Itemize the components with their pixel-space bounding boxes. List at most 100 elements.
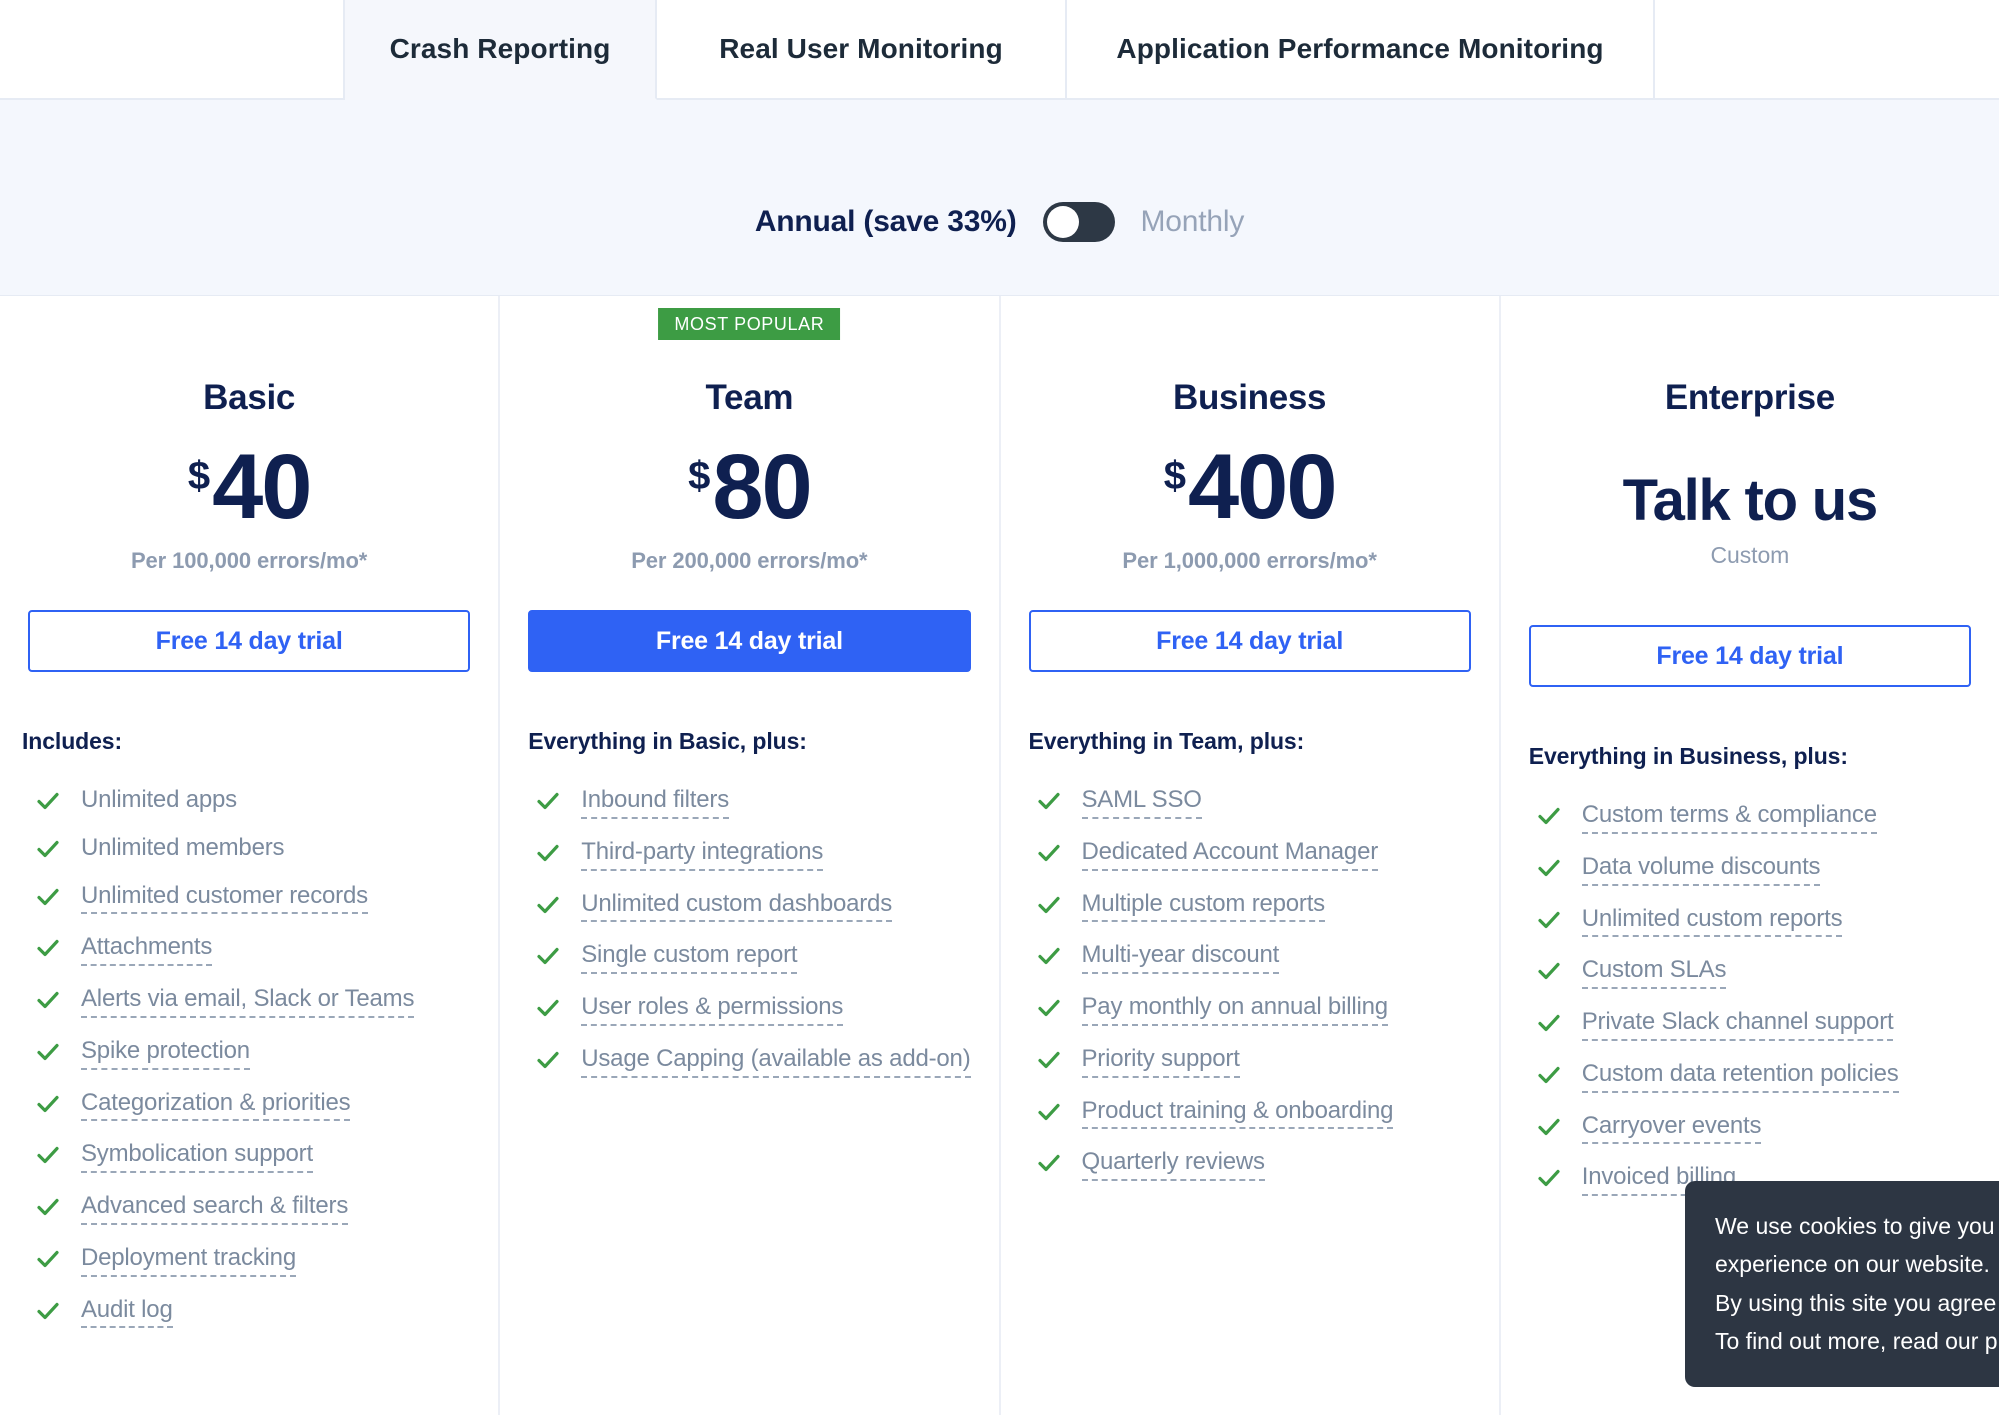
feature-label[interactable]: Deployment tracking [81, 1243, 296, 1277]
feature-label[interactable]: Advanced search & filters [81, 1191, 348, 1225]
plan-card-business: Business $ 400 Per 1,000,000 errors/mo* … [1001, 296, 1501, 1415]
tab-crash-reporting-label: Crash Reporting [390, 33, 611, 65]
feature-label[interactable]: Dedicated Account Manager [1082, 837, 1379, 871]
free-trial-button-team[interactable]: Free 14 day trial [528, 610, 970, 672]
plan-badge-slot-team: MOST POPULAR [528, 296, 970, 330]
tab-crash-reporting[interactable]: Crash Reporting [345, 0, 657, 100]
check-icon [36, 837, 60, 861]
check-icon [36, 988, 60, 1012]
feature-label[interactable]: Alerts via email, Slack or Teams [81, 984, 414, 1018]
plan-name-enterprise: Enterprise [1529, 378, 1971, 418]
billing-period-band: Annual (save 33%) Monthly [0, 100, 1999, 296]
currency-symbol: $ [188, 456, 210, 496]
feature-label[interactable]: Quarterly reviews [1082, 1147, 1265, 1181]
list-item: Advanced search & filters [28, 1191, 470, 1225]
check-icon [1037, 1151, 1061, 1175]
cookie-consent-banner: We use cookies to give you the best expe… [1685, 1181, 1999, 1388]
check-icon [1037, 944, 1061, 968]
list-item: Pay monthly on annual billing [1029, 992, 1471, 1026]
feature-label[interactable]: User roles & permissions [581, 992, 843, 1026]
feature-label[interactable]: Spike protection [81, 1036, 250, 1070]
plan-feature-list-business: SAML SSO Dedicated Account Manager Multi… [1029, 785, 1471, 1181]
feature-label[interactable]: Custom terms & compliance [1582, 800, 1877, 834]
tab-real-user-monitoring[interactable]: Real User Monitoring [657, 0, 1067, 98]
list-item: Audit log [28, 1295, 470, 1329]
plan-card-basic: Basic $ 40 Per 100,000 errors/mo* Free 1… [0, 296, 500, 1415]
free-trial-button-business[interactable]: Free 14 day trial [1029, 610, 1471, 672]
list-item: Priority support [1029, 1044, 1471, 1078]
plan-feature-list-basic: Unlimited apps Unlimited members Unlimit… [28, 785, 470, 1328]
feature-label[interactable]: Unlimited custom dashboards [581, 889, 892, 923]
check-icon [36, 1040, 60, 1064]
plan-price-note-business: Per 1,000,000 errors/mo* [1029, 548, 1471, 574]
tab-application-performance-monitoring[interactable]: Application Performance Monitoring [1067, 0, 1655, 98]
plan-price-basic: $ 40 [28, 432, 470, 530]
check-icon [536, 841, 560, 865]
feature-label[interactable]: Unlimited customer records [81, 881, 368, 915]
feature-label[interactable]: Inbound filters [581, 785, 729, 819]
check-icon [36, 885, 60, 909]
toggle-knob-icon [1047, 206, 1079, 238]
feature-label[interactable]: Usage Capping (available as add-on) [581, 1044, 970, 1078]
list-item: Unlimited apps [28, 785, 470, 815]
free-trial-button-enterprise[interactable]: Free 14 day trial [1529, 625, 1971, 687]
feature-label: Unlimited apps [81, 785, 237, 815]
plan-includes-title-enterprise: Everything in Business, plus: [1529, 743, 1971, 770]
feature-label[interactable]: Third-party integrations [581, 837, 823, 871]
feature-label[interactable]: Categorization & priorities [81, 1088, 350, 1122]
feature-label[interactable]: Product training & onboarding [1082, 1096, 1394, 1130]
feature-label[interactable]: Custom SLAs [1582, 955, 1727, 989]
feature-label[interactable]: Multiple custom reports [1082, 889, 1326, 923]
plan-badge-slot-basic [28, 296, 470, 330]
plan-name-basic: Basic [28, 378, 470, 418]
billing-monthly-label[interactable]: Monthly [1141, 205, 1245, 239]
feature-label[interactable]: Private Slack channel support [1582, 1007, 1894, 1041]
feature-label[interactable]: Symbolication support [81, 1139, 313, 1173]
feature-label[interactable]: Attachments [81, 932, 212, 966]
list-item: Unlimited customer records [28, 881, 470, 915]
list-item: Inbound filters [528, 785, 970, 819]
check-icon [1537, 908, 1561, 932]
plan-name-team: Team [528, 378, 970, 418]
list-item: Private Slack channel support [1529, 1007, 1971, 1041]
plan-name-business: Business [1029, 378, 1471, 418]
price-amount: 40 [212, 445, 310, 530]
feature-label[interactable]: SAML SSO [1082, 785, 1202, 819]
list-item: Multi-year discount [1029, 940, 1471, 974]
free-trial-button-basic[interactable]: Free 14 day trial [28, 610, 470, 672]
check-icon [1037, 789, 1061, 813]
list-item: Symbolication support [28, 1139, 470, 1173]
feature-label[interactable]: Custom data retention policies [1582, 1059, 1899, 1093]
list-item: Deployment tracking [28, 1243, 470, 1277]
check-icon [1537, 1166, 1561, 1190]
feature-label[interactable]: Carryover events [1582, 1111, 1762, 1145]
check-icon [536, 1048, 560, 1072]
plan-includes-title-basic: Includes: [22, 728, 470, 755]
check-icon [1037, 1048, 1061, 1072]
check-icon [36, 789, 60, 813]
feature-label[interactable]: Data volume discounts [1582, 852, 1821, 886]
list-item: Alerts via email, Slack or Teams [28, 984, 470, 1018]
check-icon [536, 944, 560, 968]
plan-price-team: $ 80 [528, 432, 970, 530]
pricing-page: Crash Reporting Real User Monitoring App… [0, 0, 1999, 1415]
list-item: SAML SSO [1029, 785, 1471, 819]
feature-label[interactable]: Multi-year discount [1082, 940, 1280, 974]
list-item: User roles & permissions [528, 992, 970, 1026]
price-amount: 400 [1188, 445, 1336, 530]
feature-label[interactable]: Single custom report [581, 940, 797, 974]
tab-bar-right-spacer [1655, 0, 1999, 98]
feature-label[interactable]: Pay monthly on annual billing [1082, 992, 1388, 1026]
feature-label[interactable]: Priority support [1082, 1044, 1240, 1078]
billing-annual-label[interactable]: Annual (save 33%) [755, 205, 1017, 239]
price-amount: Talk to us [1623, 472, 1877, 530]
tab-apm-label: Application Performance Monitoring [1116, 33, 1603, 65]
billing-period-toggle[interactable] [1043, 202, 1115, 242]
list-item: Attachments [28, 932, 470, 966]
check-icon [1537, 804, 1561, 828]
feature-label[interactable]: Unlimited custom reports [1582, 904, 1843, 938]
check-icon [36, 1247, 60, 1271]
plan-card-team: MOST POPULAR Team $ 80 Per 200,000 error… [500, 296, 1000, 1415]
list-item: Product training & onboarding [1029, 1096, 1471, 1130]
feature-label[interactable]: Audit log [81, 1295, 173, 1329]
